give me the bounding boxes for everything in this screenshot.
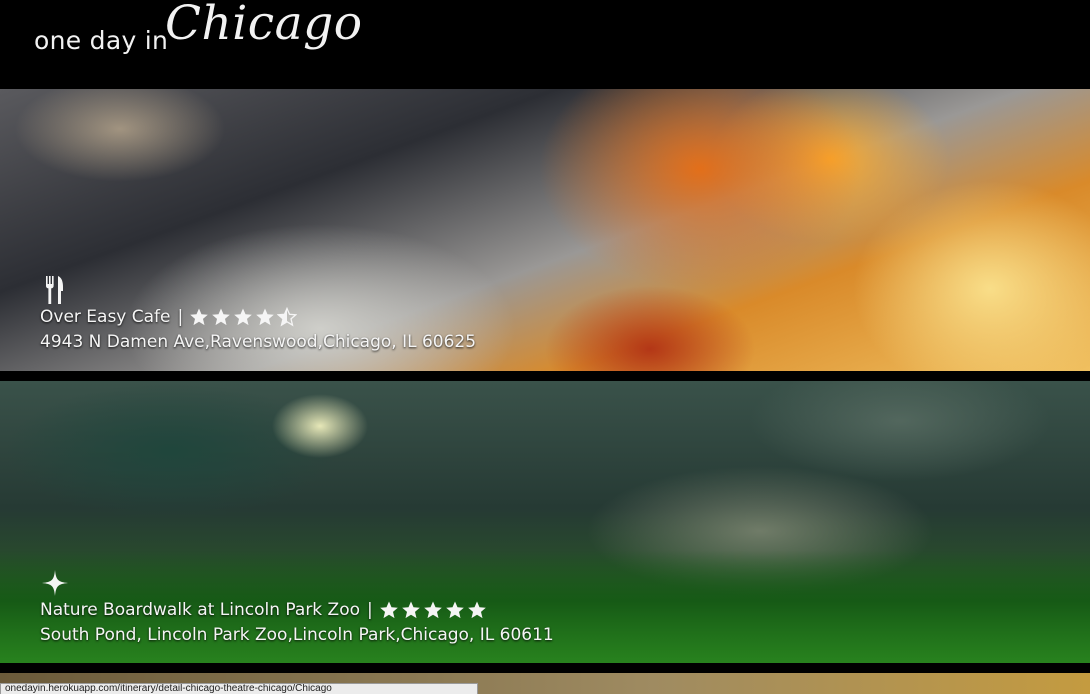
place-address: 4943 N Damen Ave,Ravenswood,Chicago, IL … bbox=[40, 332, 477, 352]
place-name[interactable]: Over Easy Cafe bbox=[40, 305, 171, 329]
browser-status-bar: onedayin.herokuapp.com/itinerary/detail-… bbox=[0, 683, 478, 694]
star-full-icon bbox=[379, 601, 398, 619]
card-title-row: Over Easy Cafe | bbox=[40, 305, 476, 329]
star-full-icon bbox=[401, 601, 420, 619]
itinerary-card[interactable]: Over Easy Cafe | 4943 N Damen Ave,Ravens… bbox=[0, 89, 1090, 371]
place-address: South Pond, Lincoln Park Zoo,Lincoln Par… bbox=[40, 625, 554, 645]
star-rating bbox=[379, 600, 487, 620]
star-rating bbox=[189, 307, 298, 327]
star-full-icon bbox=[423, 601, 442, 619]
title-separator: | bbox=[177, 307, 184, 327]
place-name[interactable]: Nature Boardwalk at Lincoln Park Zoo bbox=[40, 598, 360, 622]
brand-city: Chicago bbox=[165, 0, 363, 51]
brand-prefix: one day in bbox=[34, 26, 169, 55]
sparkle-icon bbox=[42, 570, 68, 596]
star-full-icon bbox=[445, 601, 464, 619]
star-half-icon bbox=[277, 307, 298, 327]
card-info: Nature Boardwalk at Lincoln Park Zoo | S… bbox=[40, 568, 554, 648]
star-full-icon bbox=[212, 308, 231, 326]
site-header: one day in Chicago bbox=[0, 0, 1090, 89]
status-url: onedayin.herokuapp.com/itinerary/detail-… bbox=[5, 683, 332, 694]
star-full-icon bbox=[190, 308, 209, 326]
star-full-icon bbox=[256, 308, 275, 326]
star-full-icon bbox=[467, 601, 486, 619]
title-separator: | bbox=[367, 600, 373, 620]
page: one day in Chicago Over Easy Cafe | 4943… bbox=[0, 0, 1090, 694]
card-info: Over Easy Cafe | 4943 N Damen Ave,Ravens… bbox=[40, 275, 476, 355]
fork-knife-icon bbox=[46, 276, 63, 304]
itinerary-card[interactable]: Nature Boardwalk at Lincoln Park Zoo | S… bbox=[0, 381, 1090, 663]
card-title-row: Nature Boardwalk at Lincoln Park Zoo | bbox=[40, 598, 554, 622]
star-full-icon bbox=[234, 308, 253, 326]
